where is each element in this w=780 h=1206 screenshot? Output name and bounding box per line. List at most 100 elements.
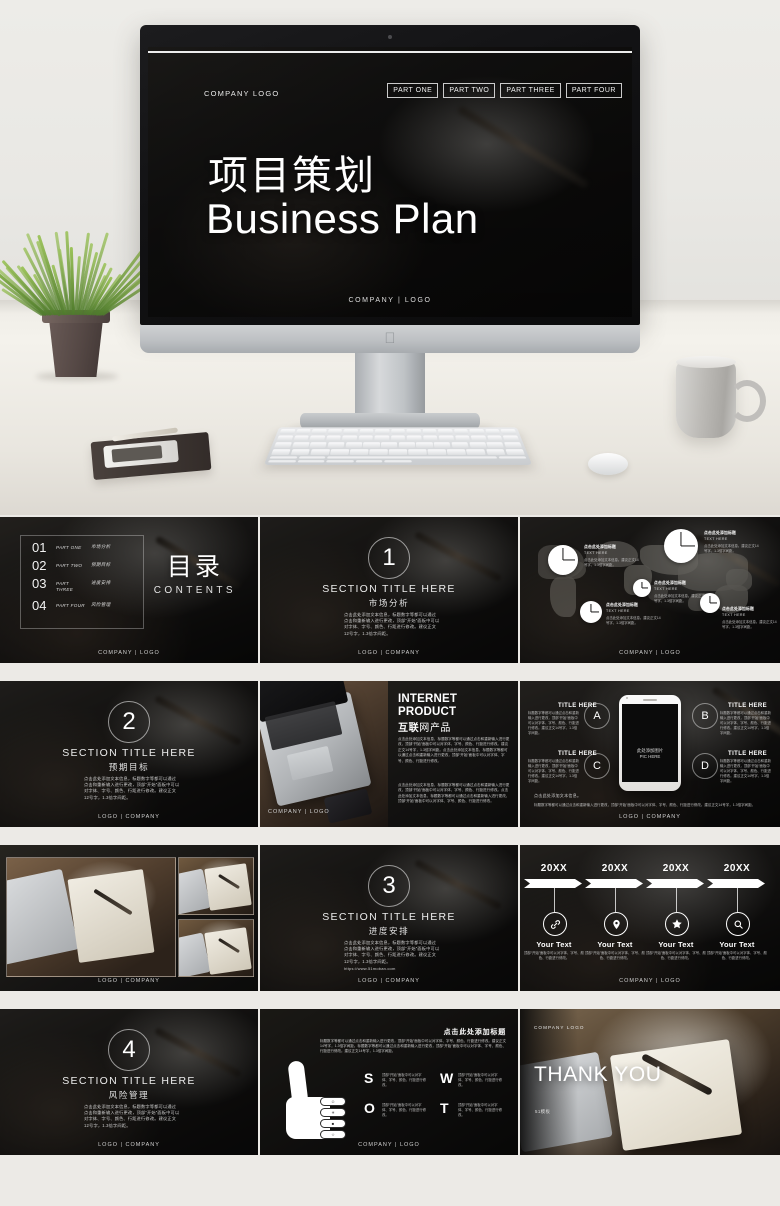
- toc-item-3[interactable]: 03 PART THREE 进度安排: [32, 577, 111, 593]
- webcam-icon: [388, 35, 392, 39]
- slide-section-1[interactable]: 1 SECTION TITLE HERE 市场分析 点击此处添加文本信息，标题数…: [260, 517, 518, 663]
- feature-title-a: TITLE HERE: [558, 703, 597, 709]
- section-body-text: 点击此处添加文本信息，标题数字等都可以通过点击和重新输入进行更改，顶部“开始”面…: [344, 940, 439, 964]
- location-icon[interactable]: [604, 912, 628, 936]
- swot-text: 顶部“开始”面板中可以对字体、字号、颜色、行距进行修改。: [382, 1071, 428, 1088]
- slide-footer: COMPANY | LOGO: [260, 1142, 518, 1148]
- toc-number: 02: [32, 559, 50, 572]
- feature-badge-b[interactable]: B: [692, 703, 718, 729]
- timeline-item[interactable]: Your Text 顶部“开始”面板中可以对字体、字号、颜色、行距进行修改。: [523, 940, 585, 961]
- hero-nav[interactable]: PART ONE PART TWO PART THREE PART FOUR: [387, 83, 622, 98]
- feature-title-b: TITLE HERE: [728, 703, 767, 709]
- nav-part-four[interactable]: PART FOUR: [566, 83, 622, 98]
- timeline-item[interactable]: Your Text 顶部“开始”面板中可以对字体、字号、颜色、行距进行修改。: [706, 940, 768, 961]
- keyboard: [264, 427, 532, 465]
- section-title-en: SECTION TITLE HERE: [260, 583, 518, 595]
- nav-part-two[interactable]: PART TWO: [443, 83, 495, 98]
- slide-internet-product[interactable]: INTERNET PRODUCT 互联网产品 点击此处添加文本信息，标题数字等都…: [260, 681, 518, 827]
- slide-row-3: LOGO | COMPANY 3 SECTION TITLE HERE 进度安排…: [0, 845, 780, 991]
- slide-footer: LOGO | COMPANY: [0, 814, 258, 820]
- slide-world-map[interactable]: 点击此处添加标题 TEXT HERE 点击此处添加文本信息。建议正文14号字，1…: [520, 517, 780, 663]
- notepad-shape: [610, 1039, 742, 1151]
- collage-image-large: [6, 857, 176, 977]
- apple-logo-icon: : [383, 330, 397, 347]
- section-title-cn: 风险管理: [0, 1089, 258, 1101]
- phone-camera-icon: [626, 697, 628, 699]
- slide-phone-features[interactable]: 此处添加图片 PIC HERE A TITLE HERE 标题数字等都可以通过点…: [520, 681, 780, 827]
- slide-footer: LOGO | COMPANY: [0, 1142, 258, 1148]
- slide-timeline[interactable]: 20XX Your Text 顶部“开始”面板中可以对字体、字号、颜色、行距进行修改…: [520, 845, 780, 991]
- slide-contents[interactable]: 01 PART ONE 市场分析 02 PART TWO 预期目标 03 PART …: [0, 517, 258, 663]
- slide-image-collage[interactable]: LOGO | COMPANY: [0, 845, 258, 991]
- slide-swot[interactable]: 点击此处添加标题 标题数字等都可以通过点击和重新输入进行更改，顶部“开始”面板中…: [260, 1009, 518, 1155]
- nav-part-one[interactable]: PART ONE: [387, 83, 438, 98]
- toc-label: 市场分析: [91, 545, 111, 551]
- imac-mockup: COMPANY LOGO PART ONE PART TWO PART THRE…: [140, 25, 640, 425]
- slide-footer: LOGO | COMPANY: [0, 978, 258, 984]
- company-logo-label: COMPANY LOGO: [204, 89, 279, 98]
- section-url[interactable]: https://www.51moban.com: [344, 966, 440, 972]
- timeline-arrow: [524, 879, 582, 888]
- slide-section-4[interactable]: 4 SECTION TITLE HERE 风险管理 点击此处添加文本信息，标题数…: [0, 1009, 258, 1155]
- link-icon[interactable]: [543, 912, 567, 936]
- toc-part: PART TWO: [56, 563, 86, 569]
- star-icon[interactable]: [665, 912, 689, 936]
- toc-item-1[interactable]: 01 PART ONE 市场分析: [32, 541, 111, 554]
- section-title-en: SECTION TITLE HERE: [260, 911, 518, 923]
- toc-item-4[interactable]: 04 PART FOUR 风险管理: [32, 599, 111, 612]
- section-number-badge: 1: [368, 537, 410, 579]
- callout-title: 点击此处添加标题: [654, 581, 712, 586]
- potted-plant: [18, 232, 126, 377]
- toc-label: 风险管理: [91, 603, 111, 609]
- callout-title: 点击此处添加标题: [704, 531, 762, 536]
- toc-item-2[interactable]: 02 PART TWO 预期目标: [32, 559, 111, 572]
- hero-footer: COMPANY | LOGO: [148, 297, 632, 304]
- timeline-item[interactable]: Your Text 顶部“开始”面板中可以对字体、字号、颜色、行距进行修改。: [584, 940, 646, 961]
- nav-part-three[interactable]: PART THREE: [500, 83, 560, 98]
- laptop-photo: [260, 681, 388, 827]
- coffee-mug: [676, 360, 736, 438]
- hero-mockup: COMPANY LOGO PART ONE PART TWO PART THRE…: [0, 0, 780, 515]
- callout-title: 点击此处添加标题: [722, 607, 780, 612]
- timeline-stem: [554, 888, 555, 912]
- callout-body: 点击此处添加文本信息。建议正文14号字，1.3倍字间距。: [606, 616, 664, 626]
- timeline-year: 20XX: [584, 863, 646, 874]
- pic-placeholder-en: PIC HERE: [622, 754, 678, 760]
- timeline-body: 顶部“开始”面板中可以对字体、字号、颜色、行距进行修改。: [584, 951, 646, 961]
- timeline-year-wrap: 20XX: [645, 863, 707, 874]
- phone-speaker-icon: [643, 699, 657, 701]
- timeline-stem: [676, 888, 677, 912]
- section-title-cn: 预期目标: [0, 761, 258, 773]
- slide-section-3[interactable]: 3 SECTION TITLE HERE 进度安排 点击此处添加文本信息，标题数…: [260, 845, 518, 991]
- timeline-year-wrap: 20XX: [584, 863, 646, 874]
- slide-title-screen: COMPANY LOGO PART ONE PART TWO PART THRE…: [148, 47, 632, 317]
- search-icon[interactable]: [726, 912, 750, 936]
- heading-cn-part-2: 联: [409, 723, 420, 734]
- slide-thank-you[interactable]: COMPANY LOGO THANK YOU 51模板: [520, 1009, 780, 1155]
- section-title-cn: 进度安排: [260, 925, 518, 937]
- mouse: [588, 453, 628, 475]
- divider: [148, 51, 632, 53]
- section-body: 点击此处添加文本信息，标题数字等都可以通过点击和重新输入进行更改，顶部“开始”面…: [84, 1104, 180, 1129]
- callout-body: 点击此处添加文本信息。建议正文14号字，1.3倍字间距。: [704, 544, 762, 554]
- feature-body-a: 标题数字等都可以通过点击和重新输入进行更改，顶部“开始”面板中可以对字体、字号、…: [528, 711, 580, 736]
- timeline-item[interactable]: Your Text 顶部“开始”面板中可以对字体、字号、颜色、行距进行修改。: [645, 940, 707, 961]
- swot-intro: 标题数字等都可以通过点击和重新输入进行更改，顶部“开始”面板中可以对字体、字号、…: [320, 1039, 506, 1055]
- callout-title: 点击此处添加标题: [584, 545, 642, 550]
- timeline-body: 顶部“开始”面板中可以对字体、字号、颜色、行距进行修改。: [706, 951, 768, 961]
- slide-section-2[interactable]: 2 SECTION TITLE HERE 预期目标 点击此处添加文本信息，标题数…: [0, 681, 258, 827]
- toc-number: 04: [32, 599, 50, 612]
- timeline-title: Your Text: [645, 940, 707, 949]
- callout-sub: TEXT HERE: [606, 609, 664, 613]
- timeline-title: Your Text: [523, 940, 585, 949]
- map-callout-2: 点击此处添加标题 TEXT HERE 点击此处添加文本信息。建议正文14号字，1…: [704, 531, 762, 554]
- slide-row-4: 4 SECTION TITLE HERE 风险管理 点击此处添加文本信息，标题数…: [0, 1009, 780, 1155]
- section-title-en: SECTION TITLE HERE: [0, 747, 258, 759]
- callout-sub: TEXT HERE: [722, 613, 780, 617]
- feature-body-c: 标题数字等都可以通过点击和重新输入进行更改，顶部“开始”面板中可以对字体、字号、…: [528, 759, 580, 784]
- pie-chart-1: [548, 545, 578, 575]
- timeline-stem: [737, 888, 738, 912]
- feature-badge-d[interactable]: D: [692, 753, 718, 779]
- callout-title: 点击此处添加标题: [606, 603, 664, 608]
- internet-paragraph-2: 点击此处添加文本信息，标题数字等都可以通过点击和重新输入进行更改，顶部“开始”面…: [398, 783, 510, 805]
